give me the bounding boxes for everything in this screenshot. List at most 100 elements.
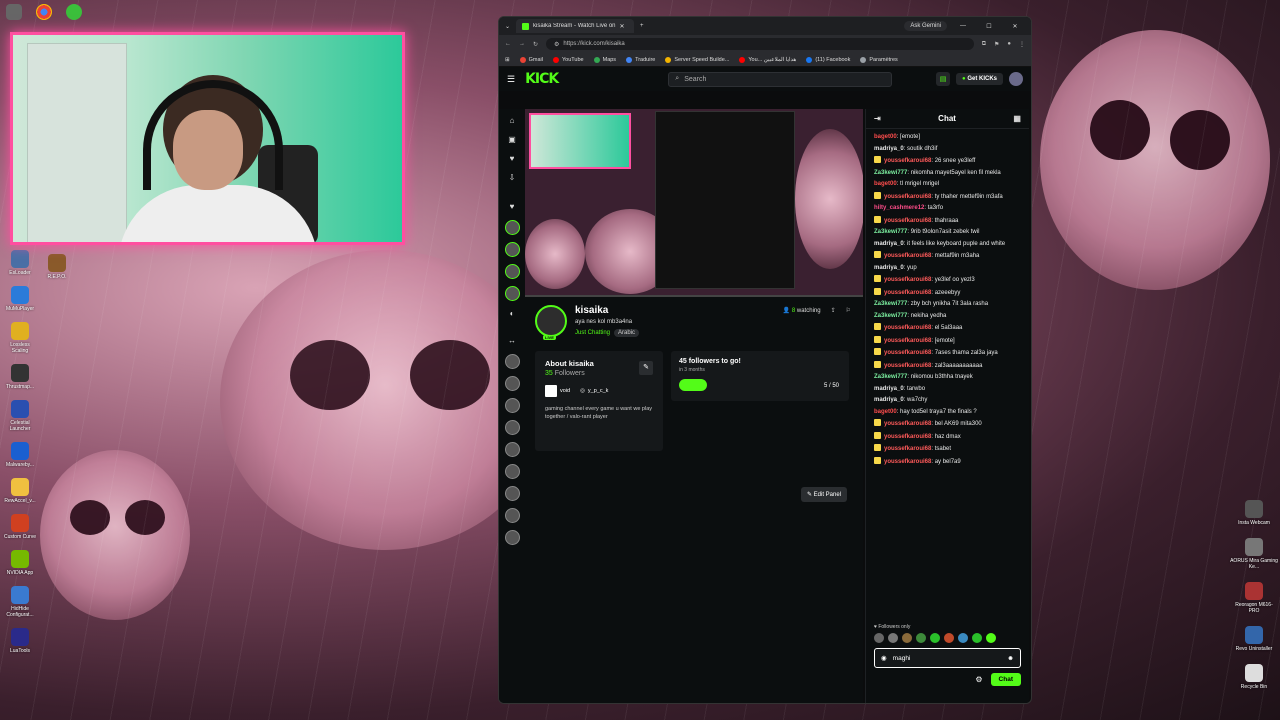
tab-close-icon[interactable]: ✕	[620, 23, 625, 30]
chat-users-icon[interactable]: ▦	[1013, 114, 1021, 123]
new-tab-button[interactable]: +	[640, 23, 644, 29]
grid-icon[interactable]: ▤	[936, 72, 951, 86]
emote-icon[interactable]	[972, 633, 982, 643]
chat-username[interactable]: youssefkaroui68	[884, 277, 931, 283]
more-options-icon[interactable]: ⚐	[846, 307, 851, 314]
chat-input[interactable]: ◉ maghi ☻	[874, 648, 1021, 668]
desktop-icon[interactable]: Celestial Launcher	[2, 400, 38, 432]
site-info-icon[interactable]: ⚙	[554, 41, 559, 48]
clips-icon[interactable]: ⇩	[506, 172, 518, 184]
rail-avatar[interactable]	[504, 220, 520, 235]
collapse-chat-icon[interactable]: ⇥	[874, 114, 881, 123]
desktop-icon[interactable]: MuMuPlayer	[2, 286, 38, 312]
edit-panel-button[interactable]: ✎ Edit Panel	[800, 487, 847, 502]
install-icon[interactable]: ⧉	[982, 41, 986, 48]
desktop-icon[interactable]: HidHide Configurat...	[2, 586, 38, 618]
social-instagram[interactable]: ◎ y_p_c_k	[580, 388, 608, 394]
chat-username[interactable]: youssefkaroui68	[884, 194, 931, 200]
maximize-button[interactable]: ☐	[979, 23, 999, 30]
emote-icon[interactable]	[874, 633, 884, 643]
desktop-icon-repo[interactable]: R.E.P.O.	[46, 254, 68, 280]
chat-username[interactable]: youssefkaroui68	[884, 338, 931, 344]
rail-avatar[interactable]	[504, 464, 520, 479]
emote-icon[interactable]	[930, 633, 940, 643]
hamburger-icon[interactable]: ☰	[507, 74, 515, 85]
emote-icon[interactable]	[888, 633, 898, 643]
chat-username[interactable]: baget00	[874, 409, 897, 415]
edit-about-button[interactable]: ✎	[639, 361, 653, 375]
bookmark-item[interactable]: Traduire	[626, 56, 655, 63]
browse-icon[interactable]: ▣	[506, 134, 518, 146]
streamer-name[interactable]: kisaika	[575, 305, 639, 316]
tab-search-icon[interactable]: ⌄	[505, 23, 510, 30]
chat-username[interactable]: Za3kewi777	[874, 313, 907, 319]
profile-icon[interactable]: ●	[1007, 41, 1011, 47]
desktop-icon[interactable]: Custom Curve	[2, 514, 38, 540]
app-icon[interactable]	[66, 4, 82, 20]
chat-username[interactable]: youssefkaroui68	[884, 253, 931, 259]
desktop-icon[interactable]: EsLoader	[2, 250, 38, 276]
chat-username[interactable]: madriya_0	[874, 146, 904, 152]
heart-icon[interactable]: ♥	[506, 201, 518, 213]
rail-avatar[interactable]	[504, 264, 520, 279]
rail-avatar[interactable]	[504, 420, 520, 435]
emote-icon[interactable]	[944, 633, 954, 643]
chat-username[interactable]: hilty_cashmere12	[874, 205, 924, 211]
back-icon[interactable]: ←	[505, 41, 511, 47]
chat-username[interactable]: baget00	[874, 181, 897, 187]
emoji-icon[interactable]: ☻	[1007, 655, 1014, 662]
chat-username[interactable]: Za3kewi777	[874, 170, 907, 176]
settings-gear-icon[interactable]: ⚙	[975, 675, 982, 684]
kick-logo[interactable]: KICK	[525, 71, 559, 87]
share-icon[interactable]: ⇪	[831, 307, 836, 314]
chat-username[interactable]: youssefkaroui68	[884, 218, 931, 224]
desktop-icon[interactable]: Reoragon M616-PRO	[1230, 582, 1278, 614]
chat-username[interactable]: youssefkaroui68	[884, 325, 931, 331]
desktop-icon[interactable]: Thrustmap...	[2, 364, 38, 390]
close-button[interactable]: ✕	[1005, 23, 1025, 30]
emote-icon[interactable]	[902, 633, 912, 643]
menu-icon[interactable]: ⋮	[1019, 41, 1025, 48]
search-input[interactable]: ⌕ Search	[668, 71, 893, 87]
reload-icon[interactable]: ↻	[533, 41, 538, 48]
desktop-icon[interactable]: Insta Webcam	[1238, 500, 1270, 526]
rail-avatar[interactable]	[504, 486, 520, 501]
chat-username[interactable]: madriya_0	[874, 241, 904, 247]
minimize-button[interactable]: —	[953, 23, 973, 29]
chat-username[interactable]: Za3kewi777	[874, 229, 907, 235]
desktop-icon[interactable]: AORUS Mira Gaming Ke...	[1230, 538, 1278, 570]
send-chat-button[interactable]: Chat	[990, 673, 1021, 686]
chat-username[interactable]: youssefkaroui68	[884, 459, 931, 465]
chat-username[interactable]: baget00	[874, 134, 897, 140]
bookmark-item[interactable]: YouTube	[552, 56, 584, 63]
home-icon[interactable]: ⌂	[506, 115, 518, 127]
chat-username[interactable]: youssefkaroui68	[884, 158, 931, 164]
rail-avatar[interactable]	[504, 442, 520, 457]
bookmark-item[interactable]: Maps	[593, 56, 616, 63]
rail-avatar[interactable]	[504, 398, 520, 413]
streamer-avatar[interactable]: LIVE	[535, 305, 567, 340]
desktop-icon[interactable]: Lossless Scaling	[2, 322, 38, 354]
forward-icon[interactable]: →	[519, 41, 525, 47]
desktop-icon[interactable]: LuaTools	[2, 628, 38, 654]
chat-username[interactable]: youssefkaroui68	[884, 363, 931, 369]
desktop-icon[interactable]: RewAccel_v...	[2, 478, 38, 504]
video-player[interactable]	[525, 109, 863, 297]
emote-icon[interactable]	[958, 633, 968, 643]
user-avatar[interactable]	[1009, 72, 1023, 86]
chat-username[interactable]: madriya_0	[874, 397, 904, 403]
chat-username[interactable]: youssefkaroui68	[884, 290, 931, 296]
rail-avatar[interactable]	[504, 508, 520, 523]
chat-username[interactable]: youssefkaroui68	[884, 350, 931, 356]
social-x[interactable]: void	[545, 385, 570, 397]
ask-gemini-button[interactable]: Ask Gemini	[904, 21, 947, 31]
chat-username[interactable]: madriya_0	[874, 386, 904, 392]
bookmark-item[interactable]: Gmail	[519, 56, 543, 63]
stream-tag[interactable]: Arabic	[614, 329, 640, 337]
stream-category[interactable]: Just Chatting	[575, 330, 610, 336]
get-kicks-button[interactable]: ● Get KICKs	[956, 73, 1003, 85]
following-icon[interactable]: ♥	[506, 153, 518, 165]
chat-username[interactable]: Za3kewi777	[874, 374, 907, 380]
expand-icon[interactable]: ↔	[506, 335, 518, 347]
desktop-icon[interactable]: Revo Uninstaller	[1236, 626, 1272, 652]
